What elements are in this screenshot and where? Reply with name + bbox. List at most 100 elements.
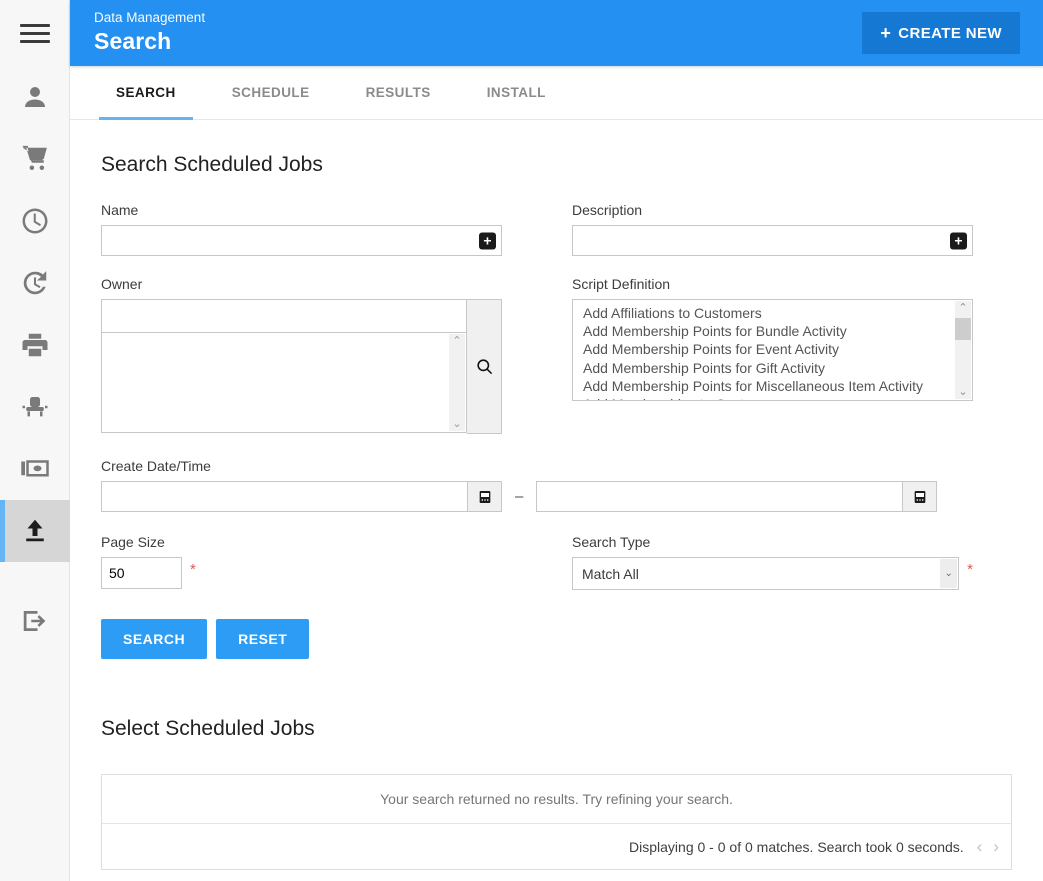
sidebar-item-printer[interactable]: [0, 314, 70, 376]
sidebar: [0, 0, 70, 881]
form-row-name-description: Name + Description +: [101, 202, 1012, 256]
sidebar-item-person[interactable]: [0, 66, 70, 128]
search-section-title: Search Scheduled Jobs: [101, 153, 323, 176]
search-type-required-marker: *: [967, 561, 973, 578]
form-action-buttons: SEARCH RESET: [101, 619, 1012, 659]
owner-scroll-down-icon[interactable]: ⌄: [452, 417, 461, 431]
header-titles: Data Management Search: [94, 11, 205, 54]
create-date-to-wrap: [536, 481, 938, 512]
description-add-icon[interactable]: +: [950, 232, 967, 249]
upload-icon: [26, 519, 44, 542]
clock-icon: [22, 208, 48, 234]
tab-schedule[interactable]: SCHEDULE: [215, 66, 327, 119]
field-page-size: Page Size *: [101, 534, 502, 590]
list-item[interactable]: Add Memberships to Customers: [573, 395, 972, 400]
sidebar-item-history[interactable]: [0, 252, 70, 314]
calendar-icon: [914, 490, 926, 503]
date-range-separator: –: [515, 488, 524, 505]
list-item[interactable]: Add Affiliations to Customers: [573, 304, 972, 322]
person-icon: [25, 87, 45, 107]
search-icon: [476, 359, 492, 375]
owner-list-scrollbar[interactable]: ⌃ ⌄: [449, 334, 465, 431]
page-header: Data Management Search + CREATE NEW: [70, 0, 1043, 66]
field-search-type: Search Type Match All ⌄ *: [572, 534, 973, 590]
owner-input[interactable]: [102, 300, 466, 332]
app-root: Data Management Search + CREATE NEW SEAR…: [0, 0, 1043, 881]
list-item[interactable]: Add Membership Points for Gift Activity: [573, 359, 972, 377]
script-definition-scrollbar[interactable]: ⌃ ⌄: [955, 301, 971, 399]
script-scrollbar-thumb[interactable]: [955, 318, 971, 340]
create-new-label: CREATE NEW: [898, 24, 1002, 42]
field-description: Description +: [572, 202, 973, 256]
description-input[interactable]: [573, 226, 972, 255]
results-section-title: Select Scheduled Jobs: [101, 717, 315, 740]
seat-icon: [22, 397, 48, 417]
pagination: ‹ ›: [977, 838, 999, 855]
list-item[interactable]: Add Membership Points for Event Activity: [573, 340, 972, 358]
list-item[interactable]: Add Membership Points for Bundle Activit…: [573, 322, 972, 340]
page-title: Search: [94, 28, 172, 55]
search-button[interactable]: SEARCH: [101, 619, 208, 659]
logout-icon: [23, 611, 46, 631]
create-date-to-input[interactable]: [536, 481, 903, 512]
results-status: Displaying 0 - 0 of 0 matches. Search to…: [629, 838, 964, 855]
tab-schedule-label: SCHEDULE: [231, 85, 310, 100]
hamburger-menu-button[interactable]: [0, 0, 70, 66]
reset-button[interactable]: RESET: [216, 619, 310, 659]
money-icon: [21, 460, 49, 477]
field-name: Name +: [101, 202, 502, 256]
form-row-owner-script: Owner ⌃ ⌄ Script Definition Add Affiliat…: [101, 276, 1012, 434]
sidebar-item-seat[interactable]: [0, 376, 70, 438]
results-table: Your search returned no results. Try ref…: [101, 774, 1012, 870]
script-definition-options: Add Affiliations to Customers Add Member…: [573, 300, 972, 400]
printer-icon: [22, 333, 48, 357]
main-area: Data Management Search + CREATE NEW SEAR…: [70, 0, 1043, 881]
page-size-label: Page Size: [101, 534, 165, 550]
sidebar-item-logout[interactable]: [0, 590, 70, 652]
name-label: Name: [101, 202, 139, 218]
search-type-select[interactable]: Match All ⌄: [572, 557, 960, 590]
owner-search-button[interactable]: [467, 299, 502, 434]
field-script-definition: Script Definition Add Affiliations to Cu…: [572, 276, 973, 434]
tab-results[interactable]: RESULTS: [349, 66, 448, 119]
results-empty-message: Your search returned no results. Try ref…: [102, 775, 1011, 824]
create-date-label: Create Date/Time: [101, 458, 211, 474]
sidebar-item-money[interactable]: [0, 438, 70, 500]
name-add-icon[interactable]: +: [479, 232, 496, 249]
prev-page-icon[interactable]: ‹: [977, 838, 983, 855]
script-scroll-down-icon[interactable]: ⌄: [958, 385, 967, 399]
search-type-value: Match All: [582, 565, 639, 582]
owner-widget: ⌃ ⌄: [101, 299, 502, 434]
sidebar-item-clock[interactable]: [0, 190, 70, 252]
owner-scroll-up-icon[interactable]: ⌃: [452, 334, 461, 348]
script-definition-listbox[interactable]: Add Affiliations to Customers Add Member…: [572, 299, 973, 401]
breadcrumb: Data Management: [94, 10, 206, 26]
tab-install[interactable]: INSTALL: [470, 66, 563, 119]
page-size-input[interactable]: [101, 557, 182, 589]
chevron-down-icon[interactable]: ⌄: [940, 559, 958, 588]
calendar-icon: [479, 490, 490, 503]
form-row-pagesize-searchtype: Page Size * Search Type Match All ⌄ *: [101, 534, 1012, 590]
create-date-from-input[interactable]: [101, 481, 467, 512]
list-item[interactable]: Add Membership Points for Miscellaneous …: [573, 377, 972, 395]
cart-icon: [22, 145, 47, 170]
search-type-label: Search Type: [572, 534, 651, 550]
sidebar-item-cart[interactable]: [0, 128, 70, 190]
create-date-from-calendar-button[interactable]: [467, 481, 502, 512]
owner-results-list[interactable]: ⌃ ⌄: [101, 333, 467, 433]
description-label: Description: [572, 202, 643, 218]
sidebar-item-upload[interactable]: [0, 500, 70, 562]
owner-label: Owner: [101, 276, 143, 292]
create-date-to-calendar-button[interactable]: [902, 481, 938, 512]
next-page-icon[interactable]: ›: [993, 838, 999, 855]
script-scroll-up-icon[interactable]: ⌃: [958, 301, 967, 315]
owner-input-wrap: [101, 299, 467, 333]
create-date-from-wrap: [101, 481, 502, 512]
tab-install-label: INSTALL: [486, 85, 546, 100]
plus-icon: +: [880, 23, 892, 43]
tab-search-label: SEARCH: [116, 85, 176, 100]
create-new-button[interactable]: + CREATE NEW: [862, 12, 1020, 54]
name-input[interactable]: [102, 226, 501, 255]
tab-search[interactable]: SEARCH: [99, 66, 193, 120]
